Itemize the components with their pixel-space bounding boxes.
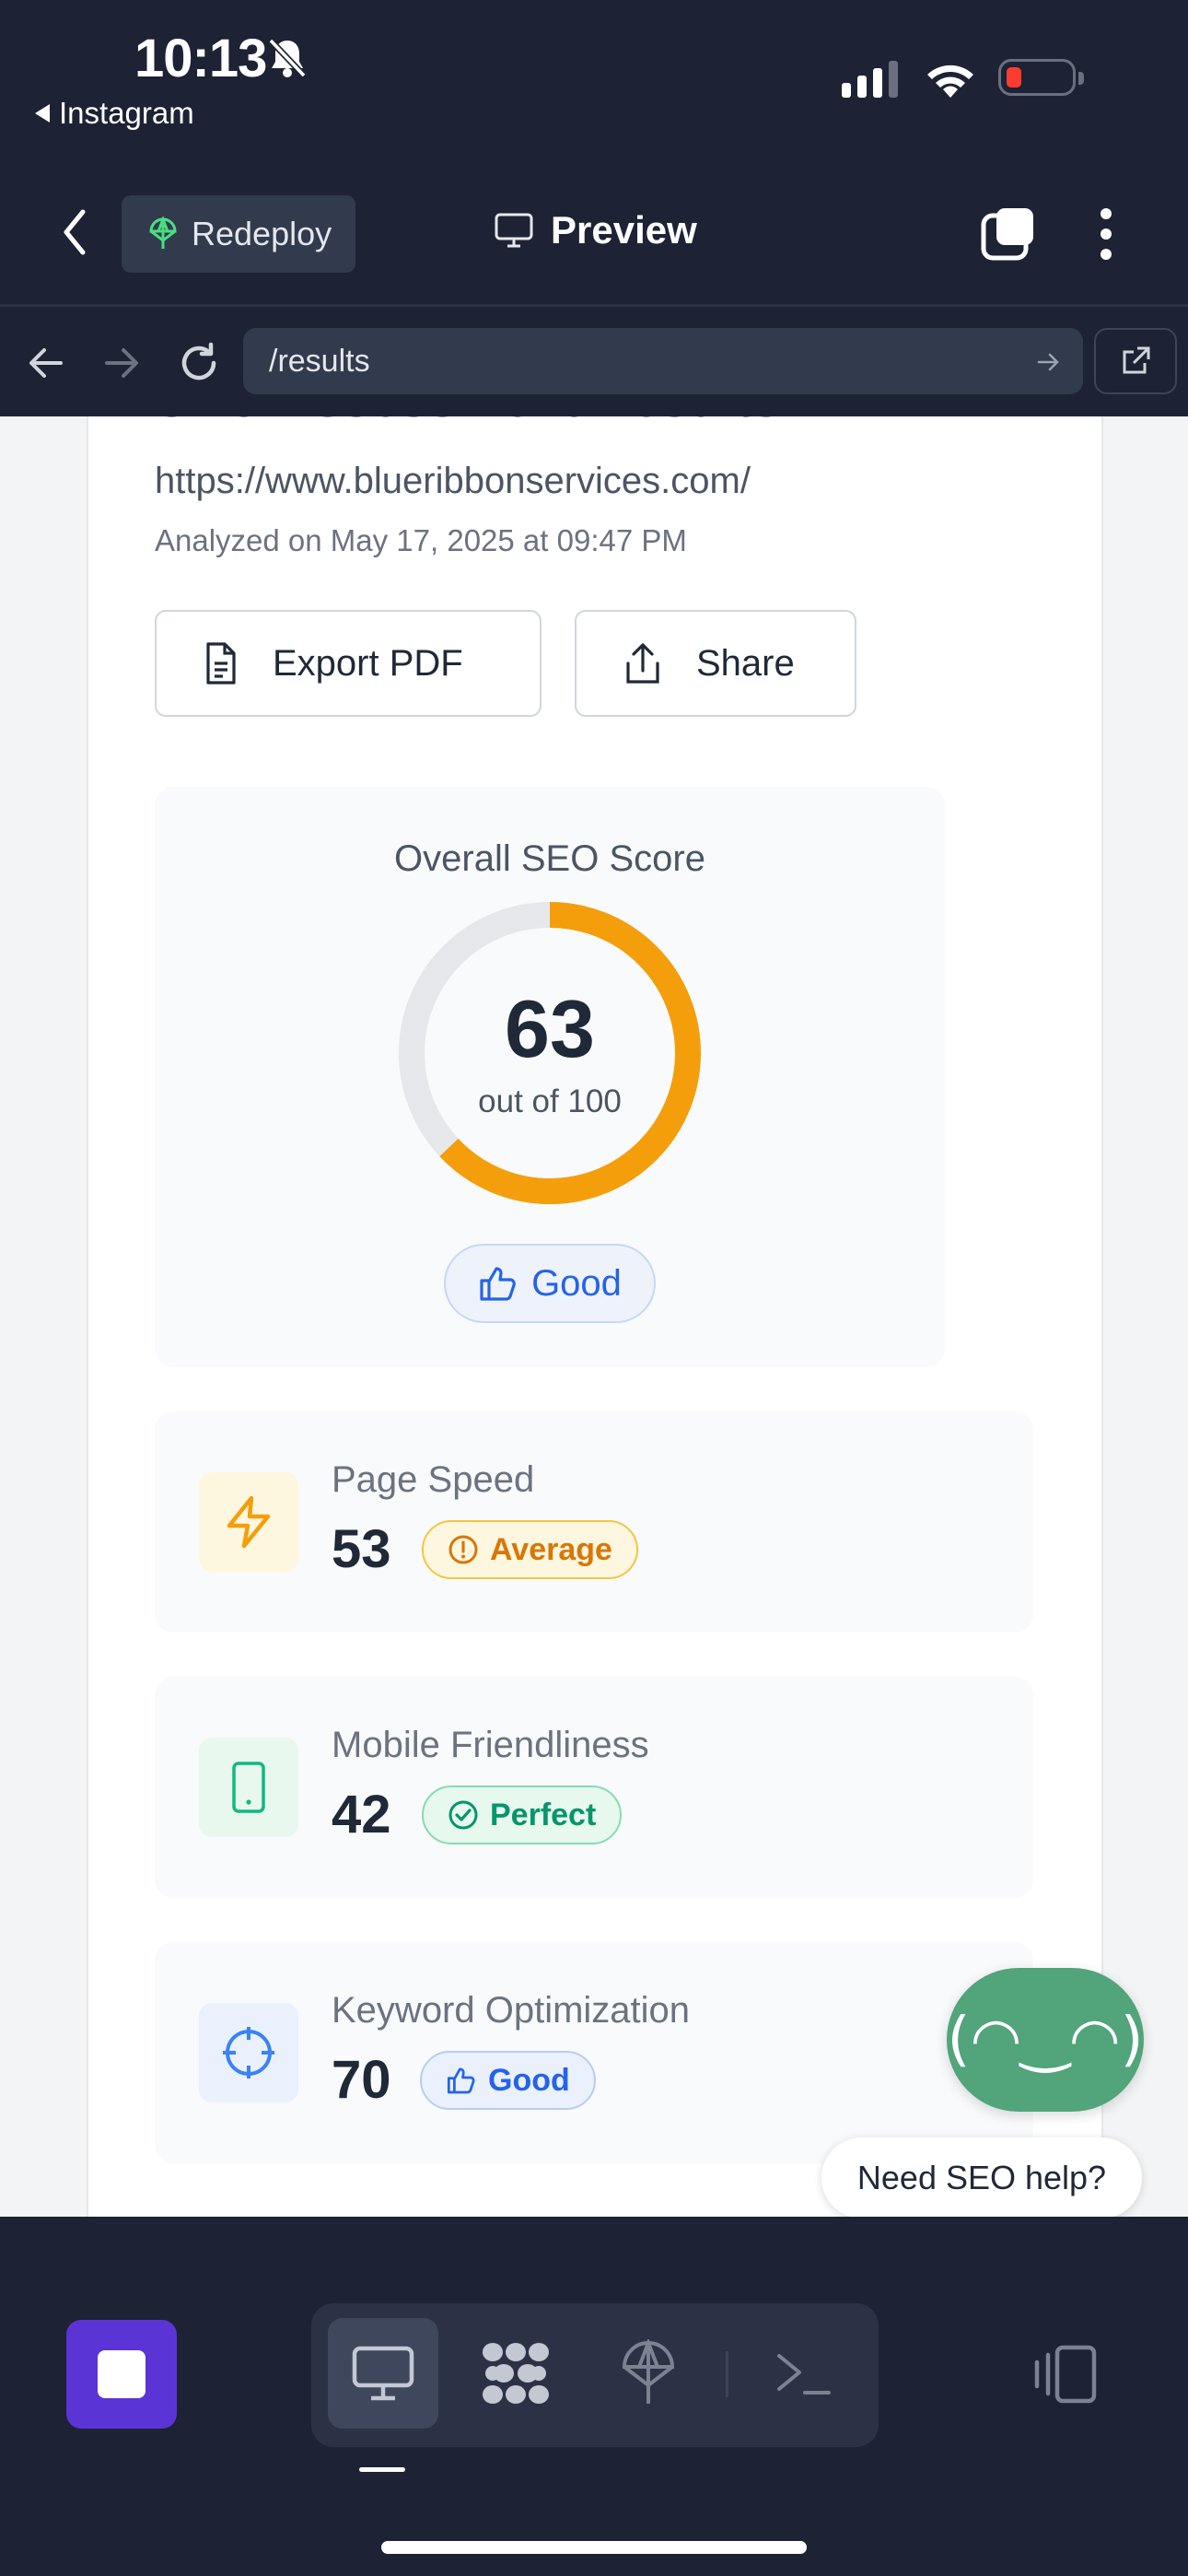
overall-score-panel: Overall SEO Score 63 out of 100 Good <box>155 787 945 1367</box>
need-help-bubble[interactable]: Need SEO help? <box>821 2137 1142 2217</box>
reload-button[interactable] <box>177 341 221 385</box>
seo-assistant-button[interactable]: (◠‿◠) <box>947 1968 1144 2112</box>
status-badge: Perfect <box>422 1786 623 1844</box>
metric-page-speed: Page Speed 53 Average <box>155 1411 1033 1633</box>
stop-icon <box>98 2350 146 2398</box>
battery-icon <box>998 59 1084 96</box>
address-text: /results <box>269 343 370 379</box>
share-label: Share <box>696 642 795 684</box>
alert-circle-icon <box>448 1534 479 1565</box>
more-options-icon[interactable] <box>1096 206 1116 262</box>
browser-forward-button[interactable] <box>103 345 140 381</box>
document-icon <box>203 641 239 685</box>
metric-value: 53 <box>332 1519 391 1579</box>
export-pdf-button[interactable]: Export PDF <box>155 610 542 717</box>
metric-label: Page Speed <box>332 1459 535 1500</box>
tabs-icon[interactable] <box>980 205 1037 262</box>
console-view-button[interactable] <box>748 2318 858 2429</box>
deploy-icon <box>622 2339 675 2404</box>
back-app-label: Instagram <box>59 96 194 130</box>
wifi-icon <box>921 57 980 100</box>
analyzed-date: Analyzed on May 17, 2025 at 09:47 PM <box>155 523 687 557</box>
overall-score-title: Overall SEO Score <box>394 838 705 879</box>
monitor-icon <box>352 2346 414 2401</box>
metric-label: Mobile Friendliness <box>332 1725 649 1765</box>
deploy-icon <box>147 217 179 252</box>
status-badge-label: Good <box>488 2062 570 2098</box>
back-to-app-link[interactable]: Instagram <box>35 96 194 131</box>
redeploy-button[interactable]: Redeploy <box>122 195 355 273</box>
share-icon <box>623 641 663 685</box>
workflow-view-button[interactable] <box>460 2318 571 2429</box>
preview-tab[interactable]: Preview <box>494 208 697 252</box>
overall-rating-badge: Good <box>444 1244 656 1323</box>
address-bar[interactable]: /results <box>243 328 1083 394</box>
stop-button[interactable] <box>66 2320 177 2429</box>
active-view-indicator <box>359 2467 405 2472</box>
device-toggle-icon[interactable] <box>1030 2344 1100 2405</box>
browser-back-button[interactable] <box>28 345 64 381</box>
deploy-view-button[interactable] <box>593 2318 704 2429</box>
overall-rating-label: Good <box>531 1262 622 1304</box>
status-badge: Good <box>420 2051 596 2110</box>
metric-value: 42 <box>332 1785 391 1844</box>
terminal-icon <box>777 2354 831 2395</box>
open-external-button[interactable] <box>1094 328 1177 394</box>
smartphone-icon <box>199 1738 298 1837</box>
preview-label: Preview <box>551 208 697 252</box>
grid-blob-icon <box>483 2343 549 2404</box>
cellular-signal-icon <box>842 61 898 98</box>
thumbs-up-icon <box>478 1264 518 1303</box>
status-time: 10:13 <box>134 29 267 88</box>
monitor-icon <box>494 212 534 249</box>
status-badge: Average <box>422 1520 638 1579</box>
overall-score-max: out of 100 <box>478 1083 622 1119</box>
crosshair-icon <box>199 2003 298 2102</box>
analyzed-site-url: https://www.blueribbonservices.com/ <box>155 461 751 501</box>
bell-muted-icon <box>267 37 308 79</box>
header-back-button[interactable] <box>61 208 88 256</box>
web-viewport: SEO Assessment Results https://www.bluer… <box>0 416 1188 2217</box>
toolbar-separator <box>726 2351 728 2397</box>
back-triangle-icon <box>35 104 50 123</box>
share-button[interactable]: Share <box>575 610 856 717</box>
status-badge-label: Perfect <box>490 1797 597 1832</box>
overall-score-value: 63 <box>505 983 595 1074</box>
metric-label: Keyword Optimization <box>332 1990 691 2031</box>
header-divider <box>0 304 1188 307</box>
status-badge-label: Average <box>490 1531 612 1567</box>
view-switcher <box>311 2303 879 2447</box>
metric-keyword-optimization: Keyword Optimization 70 Good <box>155 1942 1033 2163</box>
metric-mobile-friendliness: Mobile Friendliness 42 Perfect <box>155 1677 1033 1898</box>
check-circle-icon <box>448 1799 479 1831</box>
export-pdf-label: Export PDF <box>273 642 463 684</box>
home-indicator <box>381 2541 807 2554</box>
external-link-icon <box>1123 346 1150 374</box>
go-arrow-icon[interactable] <box>1037 350 1061 374</box>
lightning-icon <box>199 1472 298 1572</box>
page-title: SEO Assessment Results <box>155 416 781 428</box>
metric-value: 70 <box>332 2050 391 2110</box>
redeploy-label: Redeploy <box>192 215 332 252</box>
preview-view-button[interactable] <box>328 2318 438 2429</box>
thumbs-up-icon <box>446 2066 477 2095</box>
